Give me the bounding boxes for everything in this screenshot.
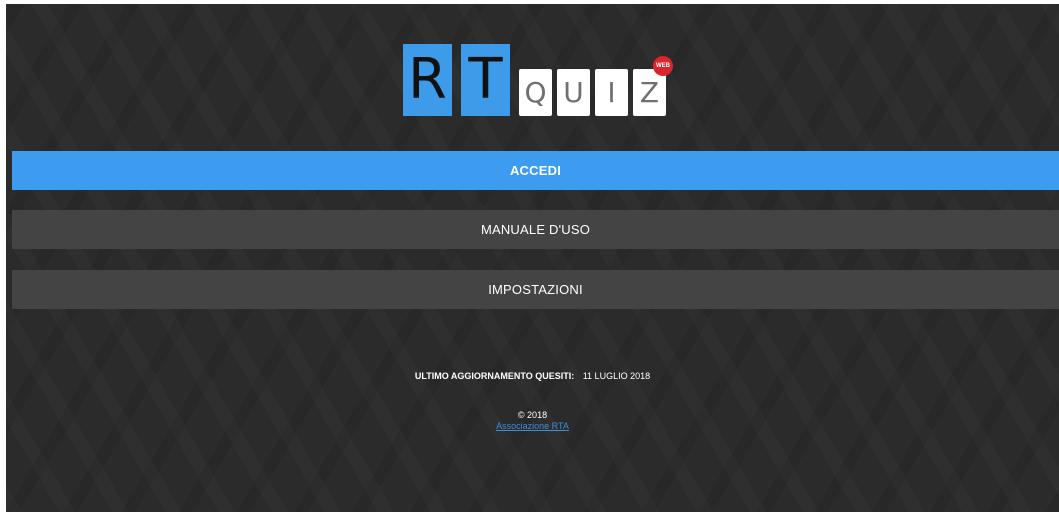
rtquiz-logo: R T Q U I Z WEB: [403, 44, 683, 116]
app-screen: R T Q U I Z WEB ACCEDI MANUALE D'USO IMP…: [6, 4, 1059, 512]
login-button[interactable]: ACCEDI: [12, 151, 1059, 190]
manual-button[interactable]: MANUALE D'USO: [12, 210, 1059, 249]
copyright-block: © 2018 Associazione RTA: [6, 410, 1059, 432]
logo-tile-i: I: [595, 69, 628, 116]
last-update-info: ULTIMO AGGIORNAMENTO QUESITI: 11 LUGLIO …: [6, 371, 1059, 381]
settings-button[interactable]: IMPOSTAZIONI: [12, 270, 1059, 309]
copyright-text: © 2018: [517, 410, 548, 420]
logo-tile-r: R: [403, 44, 452, 116]
web-badge: WEB: [653, 56, 673, 76]
association-link[interactable]: Associazione RTA: [6, 421, 1059, 432]
logo-tile-q: Q: [519, 69, 552, 116]
last-update-date: 11 LUGLIO 2018: [582, 371, 651, 381]
last-update-label: ULTIMO AGGIORNAMENTO QUESITI:: [414, 371, 575, 381]
logo-tile-u: U: [557, 69, 590, 116]
logo-tile-t: T: [461, 44, 510, 116]
logo-tile-z: Z: [633, 69, 666, 116]
